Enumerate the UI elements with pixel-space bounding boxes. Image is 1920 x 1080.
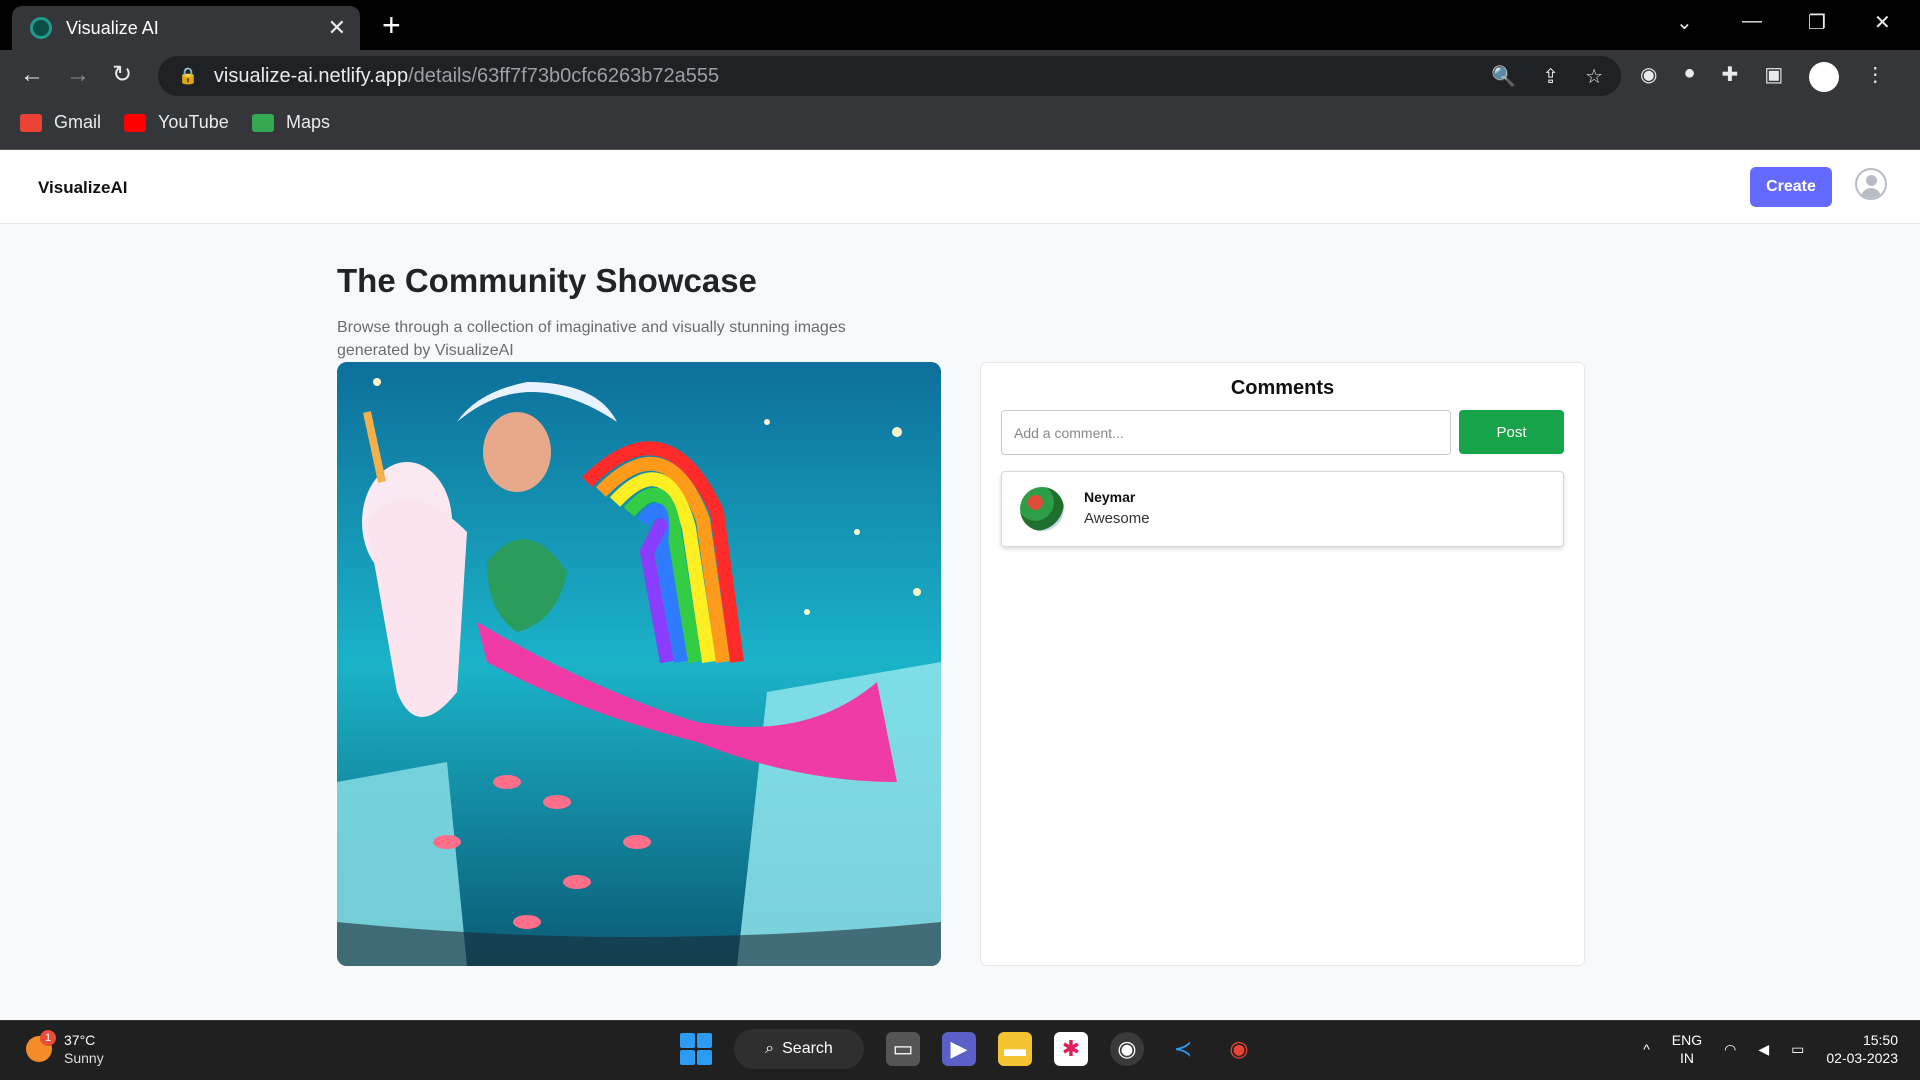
teams-chat-icon[interactable]: ▶ <box>942 1032 976 1066</box>
comment-input[interactable] <box>1001 410 1451 455</box>
site-logo[interactable]: VisualizeAI <box>38 178 127 198</box>
clock[interactable]: 15:50 02-03-2023 <box>1826 1031 1898 1067</box>
forward-icon[interactable]: → <box>66 62 90 88</box>
new-tab-button[interactable]: + <box>382 9 401 41</box>
bookmark-label: Gmail <box>54 112 102 132</box>
maps-icon <box>252 113 274 132</box>
side-panel-icon[interactable]: ▣ <box>1764 62 1783 92</box>
taskbar: 1 37°C Sunny ⌕ Search ▭ ▶ ▬ ✱ ◉ ≺ ◉ ^ ENG… <box>0 1020 1920 1080</box>
user-avatar-icon[interactable] <box>1855 168 1887 200</box>
extension-icon[interactable]: ◉ <box>1640 62 1657 92</box>
comment-author: Neymar <box>1084 489 1136 505</box>
clock-time: 15:50 <box>1862 1032 1898 1048</box>
url-host: visualize-ai.netlify.app <box>213 64 409 87</box>
language-indicator[interactable]: ENG IN <box>1672 1031 1702 1067</box>
browser-toolbar: ← → ↻ 🔒 visualize-ai.netlify.app/details… <box>0 50 1920 102</box>
vscode-icon[interactable]: ≺ <box>1166 1032 1200 1066</box>
profile-icon[interactable] <box>1809 62 1840 92</box>
gmail-icon <box>20 113 42 132</box>
notification-badge: 1 <box>40 1030 56 1046</box>
lock-icon: 🔒 <box>178 68 198 85</box>
site-favicon-icon <box>30 17 52 39</box>
chrome-icon[interactable]: ◉ <box>1110 1032 1144 1066</box>
slack-icon[interactable]: ✱ <box>1054 1032 1088 1066</box>
chrome-profile-icon[interactable]: ◉ <box>1222 1032 1256 1066</box>
page-content: VisualizeAI Create The Community Showcas… <box>0 150 1920 1020</box>
browser-tab[interactable]: Visualize AI ✕ <box>12 6 360 50</box>
volume-icon[interactable]: ◀ <box>1758 1041 1769 1058</box>
file-explorer-icon[interactable]: ▬ <box>998 1032 1032 1066</box>
search-icon: ⌕ <box>765 1040 775 1057</box>
clock-date: 02-03-2023 <box>1826 1050 1898 1066</box>
restore-icon[interactable]: ❐ <box>1808 10 1826 35</box>
lang-code: ENG <box>1671 1032 1703 1048</box>
weather-widget[interactable]: 1 37°C Sunny <box>26 1030 104 1067</box>
page-description: Browse through a collection of imaginati… <box>337 319 846 359</box>
menu-icon[interactable]: ⋮ <box>1865 62 1885 92</box>
zoom-icon[interactable]: 🔍 <box>1491 64 1516 89</box>
page-title: The Community Showcase <box>337 262 757 299</box>
bookmark-label: YouTube <box>158 112 229 132</box>
url-path: /details/63ff7f73b0cfc6263b72a555 <box>408 64 720 87</box>
task-view-icon[interactable]: ▭ <box>886 1032 920 1066</box>
site-header: VisualizeAI Create <box>0 150 1920 224</box>
bookmark-maps[interactable]: Maps <box>252 112 330 133</box>
wifi-icon[interactable]: ◠ <box>1724 1041 1736 1058</box>
browser-tab-bar: Visualize AI ✕ + ⌄ — ❐ ✕ <box>0 0 1920 50</box>
post-button[interactable]: Post <box>1459 410 1564 454</box>
share-icon[interactable]: ⇪ <box>1542 64 1559 89</box>
back-icon[interactable]: ← <box>20 62 44 88</box>
bookmark-star-icon[interactable]: ☆ <box>1585 64 1603 89</box>
reload-icon[interactable]: ↻ <box>112 62 132 88</box>
extension-mic-icon[interactable]: ● <box>1683 62 1695 92</box>
create-button[interactable]: Create <box>1750 167 1832 207</box>
close-tab-icon[interactable]: ✕ <box>328 15 346 41</box>
tab-title: Visualize AI <box>66 17 159 38</box>
bookmark-label: Maps <box>286 112 331 132</box>
close-window-icon[interactable]: ✕ <box>1874 10 1891 35</box>
sun-icon: 1 <box>26 1030 56 1062</box>
bookmark-youtube[interactable]: YouTube <box>124 112 229 133</box>
show-hidden-icons-icon[interactable]: ^ <box>1643 1041 1650 1057</box>
tab-search-icon[interactable]: ⌄ <box>1676 10 1693 35</box>
bookmarks-bar: Gmail YouTube Maps <box>0 102 1920 150</box>
weather-temperature: 37°C <box>64 1032 96 1048</box>
generated-image <box>337 362 941 966</box>
comments-panel: Comments Post Neymar Awesome <box>980 362 1585 966</box>
lang-region: IN <box>1679 1050 1694 1066</box>
youtube-icon <box>124 113 146 132</box>
taskbar-search[interactable]: ⌕ Search <box>734 1029 864 1069</box>
weather-condition: Sunny <box>64 1050 104 1066</box>
start-icon[interactable] <box>680 1033 712 1065</box>
comments-heading: Comments <box>1230 377 1335 399</box>
address-bar[interactable]: 🔒 visualize-ai.netlify.app/details/63ff7… <box>158 56 1621 96</box>
bookmark-gmail[interactable]: Gmail <box>20 112 101 133</box>
comment-text: Awesome <box>1084 510 1150 527</box>
comment-item: Neymar Awesome <box>1001 471 1564 547</box>
system-tray: ^ ENG IN ◠ ◀ ▭ 15:50 02-03-2023 <box>1643 1031 1898 1067</box>
minimize-icon[interactable]: — <box>1742 10 1762 33</box>
puzzle-extensions-icon[interactable]: ✚ <box>1722 62 1739 92</box>
search-label: Search <box>782 1040 833 1057</box>
commenter-avatar <box>1020 487 1064 531</box>
battery-icon[interactable]: ▭ <box>1791 1041 1804 1058</box>
